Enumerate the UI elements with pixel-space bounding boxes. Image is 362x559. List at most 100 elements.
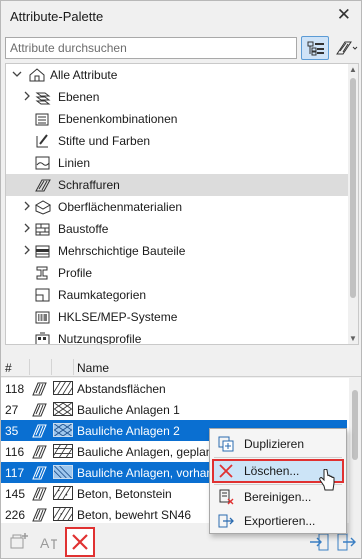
tree-item-mep-systems[interactable]: HKLSE/MEP-Systeme <box>6 306 350 328</box>
menu-item-label: Bereinigen... <box>244 490 312 504</box>
row-name: Bauliche Anlagen 1 <box>77 403 180 417</box>
attribute-tree: Alle Attribute Ebenen Ebenenkombinatione… <box>5 63 359 345</box>
operation-profiles-icon <box>35 332 50 344</box>
row-number: 145 <box>5 487 26 501</box>
row-name: Bauliche Anlagen, geplant <box>77 445 216 459</box>
chevron-right-icon[interactable] <box>22 201 32 211</box>
chevron-right-icon[interactable] <box>22 245 32 255</box>
tree-item-label: Schraffuren <box>58 178 120 192</box>
tree-item-label: Oberflächenmaterialien <box>58 200 183 214</box>
row-name: Abstandsflächen <box>77 382 166 396</box>
tree-item-label: HKLSE/MEP-Systeme <box>58 310 178 324</box>
mep-systems-icon <box>35 311 50 324</box>
pattern-preview-icon <box>53 486 73 500</box>
new-attribute-icon[interactable] <box>7 530 31 554</box>
pattern-preview-icon <box>53 402 73 416</box>
house-icon <box>29 68 45 82</box>
row-number: 117 <box>5 466 25 480</box>
column-separator <box>29 359 30 375</box>
row-number: 27 <box>5 403 19 417</box>
tree-item-line-types[interactable]: Linien <box>6 152 350 174</box>
tree-root-label: Alle Attribute <box>50 68 118 82</box>
options-menu-button[interactable] <box>333 36 361 60</box>
menu-item-label: Exportieren... <box>244 514 316 528</box>
tree-item-label: Mehrschichtige Bauteile <box>58 244 186 258</box>
duplicate-icon <box>218 436 234 452</box>
list-row[interactable]: 27 Bauliche Anlagen 1 <box>1 399 347 420</box>
tree-item-building-materials[interactable]: Baustoffe <box>6 218 350 240</box>
tree-item-label: Linien <box>58 156 91 170</box>
menu-item-duplicate[interactable]: Duplizieren <box>212 432 344 456</box>
layers-icon <box>35 92 51 105</box>
fill-type-icon <box>32 424 47 438</box>
tree-item-label: Nutzungsprofile <box>58 332 142 345</box>
menu-item-label: Löschen... <box>244 464 300 478</box>
line-types-icon <box>35 156 50 170</box>
tree-item-profiles[interactable]: Profile <box>6 262 350 284</box>
window-title: Attribute-Palette <box>10 9 104 24</box>
tree-item-layer-combinations[interactable]: Ebenenkombinationen <box>6 108 350 130</box>
list-row[interactable]: 118 Abstandsflächen <box>1 378 347 399</box>
tree-item-all-attributes[interactable]: Alle Attribute <box>6 64 350 86</box>
pattern-preview-icon <box>53 423 73 437</box>
pattern-preview-icon <box>53 465 73 479</box>
tree-item-label: Ebenenkombinationen <box>58 112 178 126</box>
menu-item-export[interactable]: Exportieren... <box>212 509 344 533</box>
row-number: 118 <box>5 382 25 396</box>
delete-x-icon <box>219 464 233 478</box>
column-header-name[interactable]: Name <box>77 361 109 375</box>
row-name: Beton, bewehrt SN46 <box>77 508 192 522</box>
attribute-palette-window: Attribute-Palette ✕ Attribute durchsuche… <box>0 0 362 559</box>
fill-type-icon <box>32 403 47 417</box>
zone-categories-icon <box>35 288 50 302</box>
delete-x-icon <box>72 534 88 550</box>
close-icon[interactable]: ✕ <box>337 5 351 25</box>
composites-icon <box>35 245 50 258</box>
pattern-preview-icon <box>53 507 73 521</box>
chevron-down-icon[interactable] <box>12 69 22 79</box>
fills-icon <box>35 179 51 192</box>
title-bar: Attribute-Palette ✕ <box>1 1 361 31</box>
purge-icon <box>219 489 234 505</box>
row-name: Bauliche Anlagen 2 <box>77 424 180 438</box>
tree-item-zone-categories[interactable]: Raumkategorien <box>6 284 350 306</box>
rename-icon[interactable]: A <box>37 530 61 554</box>
fill-type-icon <box>32 487 47 501</box>
column-header-number[interactable]: # <box>5 361 12 375</box>
tree-item-layers[interactable]: Ebenen <box>6 86 350 108</box>
list-scrollbar[interactable] <box>349 378 361 523</box>
chevron-right-icon[interactable] <box>22 223 32 233</box>
row-name: Beton, Betonstein <box>77 487 172 501</box>
tree-item-composites[interactable]: Mehrschichtige Bauteile <box>6 240 350 262</box>
scrollbar-thumb[interactable] <box>352 390 358 460</box>
row-number: 35 <box>5 424 19 438</box>
chevron-right-icon[interactable] <box>22 91 32 101</box>
tree-item-surfaces[interactable]: Oberflächenmaterialien <box>6 196 350 218</box>
column-separator <box>51 359 52 375</box>
tree-scrollbar[interactable]: ▲ ▼ <box>348 64 358 344</box>
tree-item-label: Baustoffe <box>58 222 109 236</box>
profiles-icon <box>36 266 48 280</box>
tree-item-operation-profiles[interactable]: Nutzungsprofile <box>6 328 350 345</box>
layer-combinations-icon <box>35 113 49 126</box>
tree-item-label: Profile <box>58 266 93 280</box>
menu-separator <box>214 457 342 458</box>
surfaces-icon <box>34 200 52 215</box>
scroll-up-icon[interactable]: ▲ <box>349 65 357 74</box>
delete-button[interactable] <box>65 527 95 557</box>
tree-item-fills[interactable]: Schraffuren <box>6 174 350 196</box>
tree-view-icon <box>307 41 324 56</box>
pattern-preview-icon <box>53 381 73 395</box>
scrollbar-thumb[interactable] <box>350 78 356 298</box>
tree-item-pens-colors[interactable]: Stifte und Farben <box>6 130 350 152</box>
tree-view-toggle-button[interactable] <box>301 36 329 60</box>
pattern-preview-icon <box>53 444 73 458</box>
menu-item-label: Duplizieren <box>244 437 305 451</box>
building-materials-icon <box>35 223 50 236</box>
tree-item-label: Raumkategorien <box>58 288 147 302</box>
fill-type-icon <box>32 445 47 459</box>
scroll-down-icon[interactable]: ▼ <box>349 334 357 343</box>
search-input[interactable] <box>5 37 297 59</box>
row-number: 116 <box>5 445 25 459</box>
column-separator <box>73 359 74 375</box>
